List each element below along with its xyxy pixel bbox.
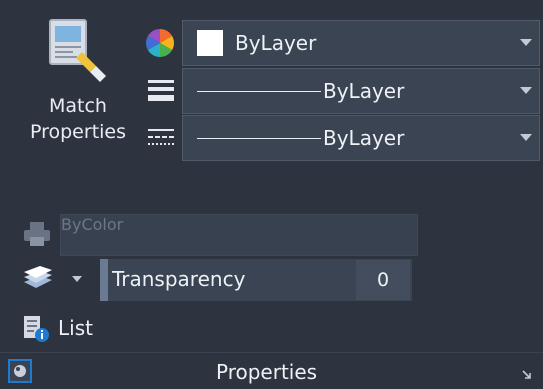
color-dropdown[interactable]: ByLayer [182, 20, 540, 66]
linetype-icon [148, 129, 174, 145]
chevron-down-icon [520, 134, 532, 141]
linetype-dropdown[interactable]: ByLayer [182, 115, 540, 161]
lineweight-dropdown-value: ByLayer [323, 79, 405, 103]
layers-dropdown-chevron-icon[interactable] [72, 276, 82, 282]
dialog-launcher-icon[interactable] [522, 370, 532, 380]
chevron-down-icon [520, 39, 532, 46]
color-swatch [197, 30, 223, 56]
panel-footer: Properties [0, 352, 543, 389]
plot-style-dropdown[interactable]: ByColor [60, 214, 418, 256]
transparency-value-field[interactable]: 0 [356, 260, 410, 300]
panel-pin-icon [14, 365, 26, 377]
linetype-sample [197, 138, 321, 139]
panel-title: Properties [216, 360, 318, 384]
layers-icon[interactable] [22, 264, 54, 294]
list-label: List [58, 316, 93, 340]
color-dropdown-value: ByLayer [235, 31, 317, 55]
match-properties-button[interactable]: Match Properties [14, 8, 142, 158]
transparency-slider[interactable]: Transparency 0 [100, 259, 412, 301]
lineweight-sample [197, 91, 321, 92]
lineweight-icon [148, 80, 174, 101]
panel-pin-button[interactable] [8, 359, 32, 383]
list-button[interactable]: List [20, 312, 120, 346]
match-properties-icon [49, 19, 106, 82]
plot-style-icon [24, 222, 50, 246]
lineweight-dropdown[interactable]: ByLayer [182, 68, 540, 114]
match-label-line1: Match [49, 95, 107, 117]
chevron-down-icon [520, 87, 532, 94]
transparency-slider-thumb[interactable] [100, 259, 108, 301]
list-icon [24, 316, 49, 342]
transparency-label: Transparency [112, 267, 246, 291]
plot-style-dropdown-value: ByColor [61, 215, 124, 234]
properties-panel: Match Properties ByLayer ByLayer ByLayer… [0, 0, 543, 389]
match-label-line2: Properties [29, 121, 127, 143]
color-wheel-icon [146, 29, 174, 57]
linetype-dropdown-value: ByLayer [323, 126, 405, 150]
